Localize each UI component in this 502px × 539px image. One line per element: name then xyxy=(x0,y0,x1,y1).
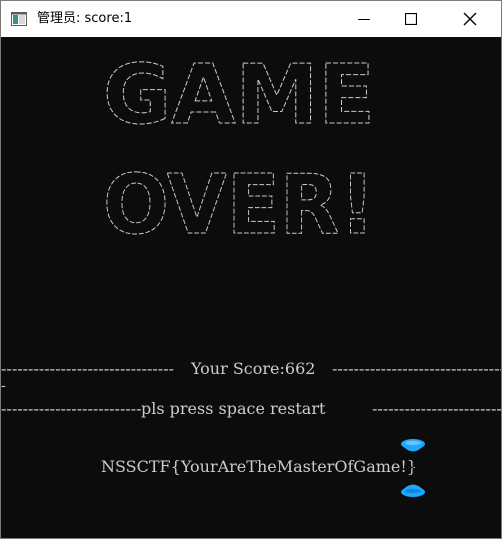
ascii-art-line-over: OVER! xyxy=(103,158,375,247)
ascii-art-line-game: GAME xyxy=(103,48,375,143)
title-bar[interactable]: 管理员: score:1 xyxy=(1,1,501,37)
console-window: 管理员: score:1 GAME OVER! ----------------… xyxy=(0,0,502,539)
score-line-wrap: - xyxy=(1,378,6,394)
flag-text: NSSCTF{YourAreTheMasterOfGame!} xyxy=(101,457,417,476)
minimize-icon xyxy=(358,19,370,20)
close-button[interactable] xyxy=(447,1,493,37)
console-app-icon xyxy=(11,12,27,26)
game-over-ascii-art: GAME OVER! xyxy=(103,48,376,248)
restart-dashes-right: -------------------------------- xyxy=(372,399,501,418)
window-title: 管理员: score:1 xyxy=(37,11,133,26)
minimize-button[interactable] xyxy=(341,1,387,37)
restart-dashes-left: -------------------------------- xyxy=(1,399,141,418)
restart-label: pls press space restart xyxy=(141,399,326,419)
maximize-icon xyxy=(405,13,417,25)
console-output[interactable]: GAME OVER! -----------------------------… xyxy=(1,37,501,538)
hourglass-busy-icon xyxy=(401,439,425,497)
maximize-button[interactable] xyxy=(388,1,434,37)
close-icon xyxy=(463,12,477,26)
